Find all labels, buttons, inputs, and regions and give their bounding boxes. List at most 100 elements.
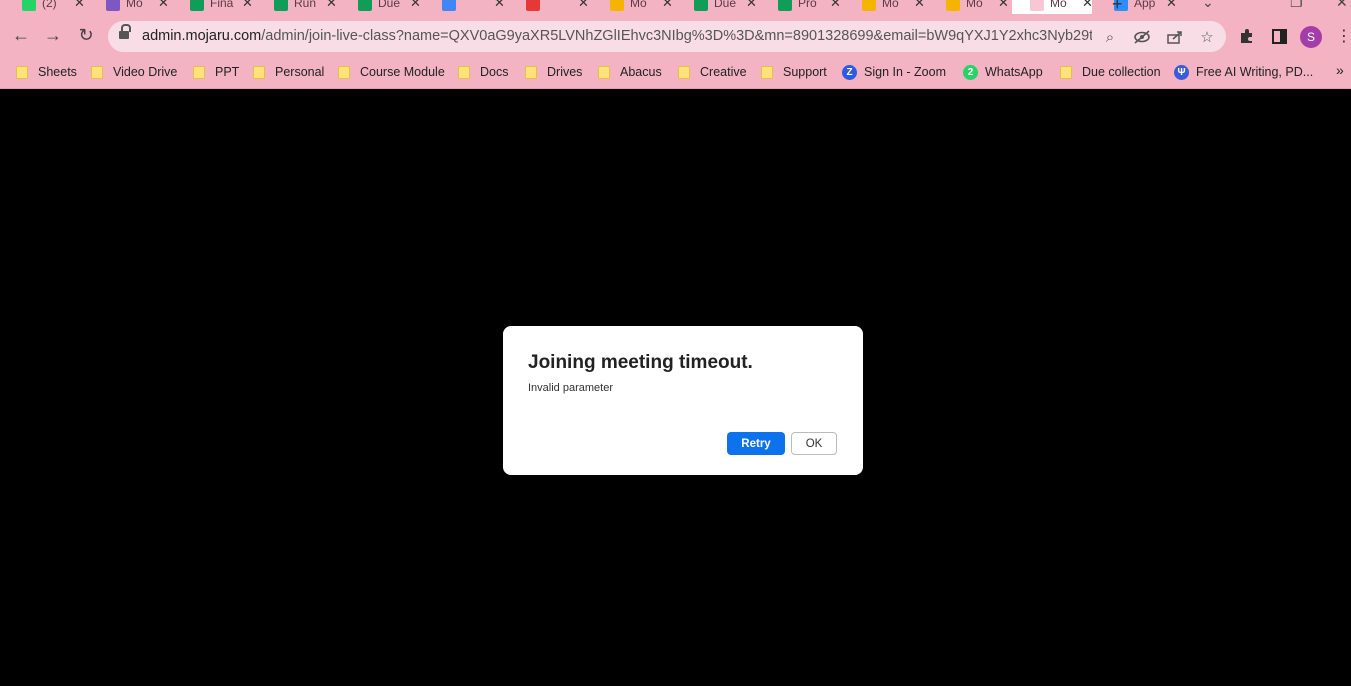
- folder-icon: [525, 65, 537, 79]
- dialog-message: Invalid parameter: [528, 382, 613, 394]
- sheets-icon: [694, 0, 708, 11]
- browser-tab[interactable]: Due ✕: [676, 0, 757, 14]
- folder-icon: [91, 65, 103, 79]
- tab-title: Mo: [1050, 0, 1067, 10]
- bookmark-label: Personal: [275, 65, 325, 79]
- browser-tab[interactable]: Mo ✕: [88, 0, 169, 14]
- bookmarks-bar: Sheets Video Drive PPT Personal Course Modul…: [0, 58, 1351, 89]
- bookmark-label: PPT: [215, 65, 240, 79]
- side-panel-icon[interactable]: [1268, 25, 1290, 47]
- browser-tab[interactable]: ✕: [424, 0, 505, 14]
- new-tab-button[interactable]: +: [1112, 0, 1123, 14]
- mojaru-icon: [946, 0, 960, 11]
- tab-search-icon[interactable]: ⌄: [1202, 0, 1214, 11]
- tab-close-icon[interactable]: ✕: [1166, 0, 1177, 11]
- folder-icon: [253, 65, 265, 79]
- tab-close-icon[interactable]: ✕: [494, 0, 505, 11]
- forward-button[interactable]: →: [40, 22, 66, 48]
- sheets-icon: [274, 0, 288, 11]
- browser-tab[interactable]: Mo ✕: [844, 0, 925, 14]
- bookmark-item[interactable]: Creative: [678, 61, 747, 83]
- bookmark-label: WhatsApp: [985, 65, 1043, 79]
- mojaru-icon: [610, 0, 624, 11]
- tab-close-icon[interactable]: ✕: [998, 0, 1009, 11]
- sheets-icon: [190, 0, 204, 11]
- bookmark-item[interactable]: Support: [761, 61, 827, 83]
- url-text[interactable]: admin.mojaru.com/admin/join-live-class?n…: [142, 28, 1092, 44]
- tab-close-icon[interactable]: ✕: [746, 0, 757, 11]
- bookmark-item[interactable]: Abacus: [598, 61, 662, 83]
- browser-menu-icon[interactable]: ⋮: [1333, 25, 1351, 47]
- restore-window-icon[interactable]: ❐: [1290, 0, 1303, 11]
- bookmark-item[interactable]: Ψ Free AI Writing, PD...: [1174, 61, 1313, 83]
- address-bar[interactable]: admin.mojaru.com/admin/join-live-class?n…: [108, 21, 1226, 52]
- browser-tab[interactable]: Run ✕: [256, 0, 337, 14]
- sheets-icon: [778, 0, 792, 11]
- bookmark-label: Sheets: [38, 65, 77, 79]
- bookmark-label: Due collection: [1082, 65, 1161, 79]
- bookmark-item[interactable]: Sheets: [16, 61, 77, 83]
- bookmark-item[interactable]: Due collection: [1060, 61, 1161, 83]
- bookmark-star-icon[interactable]: ☆: [1197, 27, 1217, 47]
- tab-close-icon[interactable]: ✕: [242, 0, 253, 11]
- dialog-title: Joining meeting timeout.: [528, 352, 753, 373]
- folder-icon: [458, 65, 470, 79]
- bookmark-item[interactable]: Docs: [458, 61, 508, 83]
- browser-tab[interactable]: App ✕: [1096, 0, 1177, 14]
- tracking-blocked-eye-icon[interactable]: [1132, 27, 1152, 47]
- error-dialog: Joining meeting timeout. Invalid paramet…: [503, 326, 863, 475]
- folder-icon: [598, 65, 610, 79]
- share-icon[interactable]: [1165, 27, 1185, 47]
- browser-tab[interactable]: Mo ✕: [1012, 0, 1093, 14]
- bookmark-item[interactable]: Video Drive: [91, 61, 177, 83]
- url-host: admin.mojaru.com: [142, 28, 262, 44]
- browser-tab[interactable]: (2) ✕: [4, 0, 85, 14]
- browser-tab[interactable]: Mo ✕: [928, 0, 1009, 14]
- tab-close-icon[interactable]: ✕: [74, 0, 85, 11]
- zoom-magnifier-icon[interactable]: ⌕: [1100, 27, 1120, 47]
- record-icon: [526, 0, 540, 11]
- retry-button[interactable]: Retry: [727, 432, 785, 455]
- bookmarks-overflow-chevron-icon[interactable]: »: [1336, 62, 1344, 78]
- tab-close-icon[interactable]: ✕: [830, 0, 841, 11]
- tab-title: Mo: [966, 0, 983, 10]
- browser-tab[interactable]: Mo ✕: [592, 0, 673, 14]
- browser-tab[interactable]: ✕: [508, 0, 589, 14]
- avatar-letter: S: [1306, 30, 1315, 44]
- bookmark-item[interactable]: Drives: [525, 61, 582, 83]
- lock-icon[interactable]: [119, 24, 131, 39]
- back-button[interactable]: ←: [8, 22, 34, 48]
- tab-title: Due: [378, 0, 401, 10]
- bookmark-item[interactable]: PPT: [193, 61, 239, 83]
- bookmark-item[interactable]: Course Module: [338, 61, 445, 83]
- browser-tab[interactable]: Due ✕: [340, 0, 421, 14]
- bookmark-label: Sign In - Zoom: [864, 65, 946, 79]
- browser-tab[interactable]: Fina ✕: [172, 0, 253, 14]
- zoom-icon: Z: [842, 64, 857, 80]
- extensions-puzzle-icon[interactable]: [1236, 25, 1258, 47]
- reload-button[interactable]: ↻: [73, 22, 99, 48]
- close-window-icon[interactable]: ✕: [1336, 0, 1348, 11]
- tab-title: Mo: [126, 0, 143, 10]
- folder-icon: [678, 65, 690, 79]
- tab-close-icon[interactable]: ✕: [326, 0, 337, 11]
- tab-close-icon[interactable]: ✕: [1082, 0, 1093, 11]
- bookmark-item[interactable]: 2 WhatsApp: [963, 61, 1043, 83]
- browser-tab[interactable]: Pro ✕: [760, 0, 841, 14]
- ok-button[interactable]: OK: [791, 432, 837, 455]
- bookmark-label: Course Module: [360, 65, 445, 79]
- tab-title: (2): [42, 0, 57, 10]
- tab-strip: (2) ✕ Mo ✕ Fina ✕ Run ✕ Due ✕ ✕ ✕ Mo ✕ Due ✕ Pro ✕ Mo ✕ Mo ✕ M…: [0, 0, 1351, 14]
- tab-close-icon[interactable]: ✕: [578, 0, 589, 11]
- tab-title: Mo: [630, 0, 647, 10]
- tab-close-icon[interactable]: ✕: [158, 0, 169, 11]
- tab-close-icon[interactable]: ✕: [410, 0, 421, 11]
- arrow-right-icon: →: [44, 24, 62, 45]
- reload-icon: ↻: [78, 24, 94, 45]
- tab-close-icon[interactable]: ✕: [914, 0, 925, 11]
- bookmark-item[interactable]: Personal: [253, 61, 324, 83]
- mojaru-icon: [106, 0, 120, 11]
- bookmark-item[interactable]: Z Sign In - Zoom: [842, 61, 946, 83]
- profile-avatar[interactable]: S: [1300, 26, 1322, 48]
- tab-close-icon[interactable]: ✕: [662, 0, 673, 11]
